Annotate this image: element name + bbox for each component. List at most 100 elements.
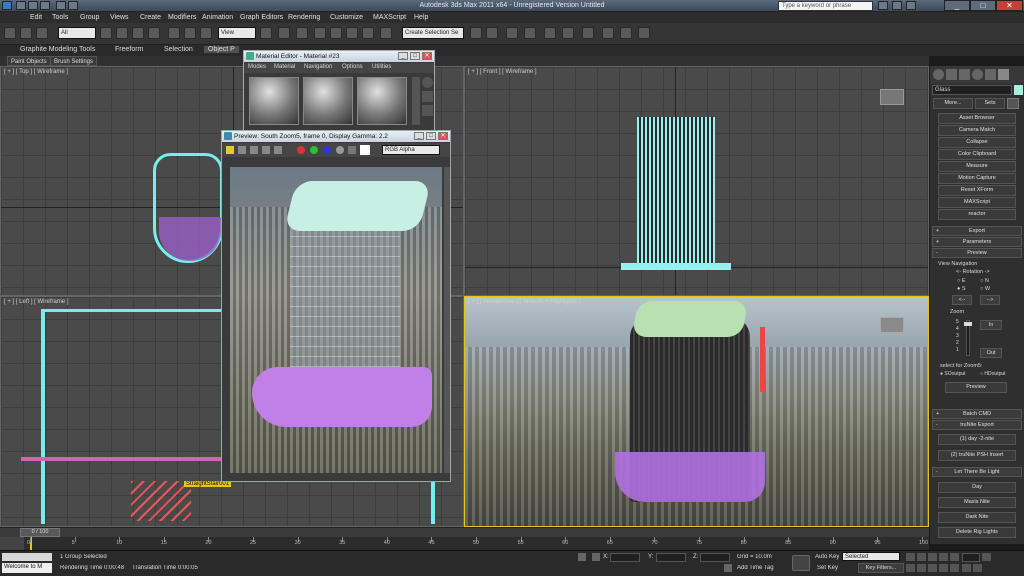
menu-navigation[interactable]: Navigation [304,64,332,70]
maxscript-mini-field[interactable] [2,553,52,561]
rollout-parameters[interactable]: + Parameters [932,237,1022,247]
rollout-let-there-be-light[interactable]: - Let There Be Light [932,467,1022,477]
search-input[interactable]: Type a keyword or phrase [778,1,873,11]
move-icon[interactable] [168,27,180,39]
sample-type-icon[interactable] [422,77,433,88]
link-icon[interactable] [20,27,32,39]
swatch-icon[interactable] [360,145,370,155]
paint-objects-tab[interactable]: Paint Objects [7,56,51,66]
save-image-icon[interactable] [226,146,234,154]
configure-button-sets-icon[interactable] [1007,98,1019,109]
rollout-trunite-export[interactable]: - truNite Export [932,420,1022,430]
z-coordinate-field[interactable] [700,553,730,562]
viewport-label[interactable]: [ + ] [ Top ] [ Wireframe ] [4,69,68,75]
radio-sooutput[interactable]: ● SOoutput [940,371,966,377]
rollout-export[interactable]: + Export [932,226,1022,236]
search-icon[interactable] [878,1,888,10]
display-tab-icon[interactable] [985,69,996,80]
select-object-icon[interactable] [100,27,112,39]
tab-object-paint[interactable]: Object P [204,46,239,53]
collapse-button[interactable]: Collapse [938,137,1016,148]
rotate-right-button[interactable]: --> [980,295,1000,305]
menu-tools[interactable]: Tools [52,14,68,21]
close-button[interactable]: ✕ [438,132,448,140]
copy-image-icon[interactable] [238,146,246,154]
clear-icon[interactable] [274,146,282,154]
rotate-left-button[interactable]: <-- [952,295,972,305]
star-icon[interactable] [906,1,916,10]
help-icon[interactable] [892,1,902,10]
maxscript-listener-field[interactable]: Welcome to M [2,563,52,573]
radio-hdoutput[interactable]: ○ HDoutput [980,371,1006,377]
motion-tab-icon[interactable] [972,69,983,80]
auto-key-button[interactable]: Auto Key [815,554,839,560]
graphite-toggle-icon[interactable] [524,27,536,39]
radio-north[interactable]: ○ N [980,278,989,284]
print-icon[interactable] [262,146,270,154]
scale-icon[interactable] [200,27,212,39]
zoom-extents-icon[interactable] [928,564,937,572]
viewcube-icon[interactable] [880,89,904,105]
day-2-nite-button[interactable]: (1) day -2-nite [938,434,1016,445]
rollout-batch-cmd[interactable]: + Batch CMD [932,409,1022,419]
tab-selection[interactable]: Selection [164,46,193,53]
viewport-label[interactable]: [ + ] [ Left ] [ Wireframe ] [4,299,69,305]
tab-freeform[interactable]: Freeform [115,46,143,53]
menu-create[interactable]: Create [140,14,161,21]
frame-counter[interactable]: 0 / 100 [20,528,60,537]
key-icon[interactable] [792,555,810,571]
brush-settings-tab[interactable]: Brush Settings [50,56,98,66]
zoom-all-icon[interactable] [917,564,926,572]
color-clipboard-button[interactable]: Color Clipboard [938,149,1016,160]
goto-start-icon[interactable] [906,553,915,561]
front-viewport[interactable]: [ + ] [ Front ] [ Wireframe ] [464,66,929,296]
maxis-nite-button[interactable]: Maxis Nite [938,497,1016,508]
material-slot[interactable] [249,77,299,125]
lock-selection-icon[interactable] [578,553,586,561]
mono-icon[interactable] [348,146,356,154]
curve-editor-icon[interactable] [544,27,556,39]
object-color-swatch[interactable] [1014,85,1023,95]
keyboard-shortcut-icon[interactable] [296,27,308,39]
key-filters-button[interactable]: Key Filters... [858,563,904,573]
clone-window-icon[interactable] [250,146,258,154]
layer-manager-icon[interactable] [506,27,518,39]
field-of-view-icon[interactable] [939,564,948,572]
minimize-button[interactable]: _ [414,132,424,140]
absolute-mode-icon[interactable] [592,553,600,561]
schematic-view-icon[interactable] [562,27,574,39]
reset-xform-button[interactable]: Reset XForm [938,185,1016,196]
modify-tab-icon[interactable] [946,69,957,80]
measure-button[interactable]: Measure [938,161,1016,172]
next-frame-icon[interactable] [939,553,948,561]
zoom-icon[interactable] [906,564,915,572]
zoom-slider-thumb[interactable] [964,322,972,326]
menu-modifiers[interactable]: Modifiers [168,14,196,21]
viewcube-icon[interactable] [880,317,904,333]
menu-views[interactable]: Views [110,14,129,21]
material-editor-icon[interactable] [582,27,594,39]
background-icon[interactable] [422,105,433,116]
rollout-preview[interactable]: - Preview [932,248,1022,258]
previous-frame-icon[interactable] [917,553,926,561]
selection-filter-dropdown[interactable]: All [58,27,96,39]
angle-snap-icon[interactable] [330,27,342,39]
window-crossing-icon[interactable] [148,27,160,39]
maxscript-button[interactable]: MAXScript [938,197,1016,208]
motion-capture-button[interactable]: Motion Capture [938,173,1016,184]
preview-button[interactable]: Preview [945,382,1007,393]
material-slot[interactable] [357,77,407,125]
add-time-tag[interactable]: Add Time Tag [737,565,774,571]
set-key-button[interactable]: Set Key [817,565,838,571]
utilities-tab-icon[interactable] [998,69,1009,80]
percent-snap-icon[interactable] [346,27,358,39]
object-name-field[interactable]: Glass [932,85,1012,95]
menu-edit[interactable]: Edit [30,14,42,21]
reference-coord-dropdown[interactable]: View [218,27,256,39]
radio-east[interactable]: ○ E [957,278,966,284]
named-selection-dropdown[interactable]: Create Selection Se [402,27,464,39]
time-slider[interactable]: 0 / 100 [0,527,929,537]
create-tab-icon[interactable] [933,69,944,80]
tab-graphite-modeling[interactable]: Graphite Modeling Tools [20,46,95,53]
minimize-button[interactable]: _ [944,0,970,11]
